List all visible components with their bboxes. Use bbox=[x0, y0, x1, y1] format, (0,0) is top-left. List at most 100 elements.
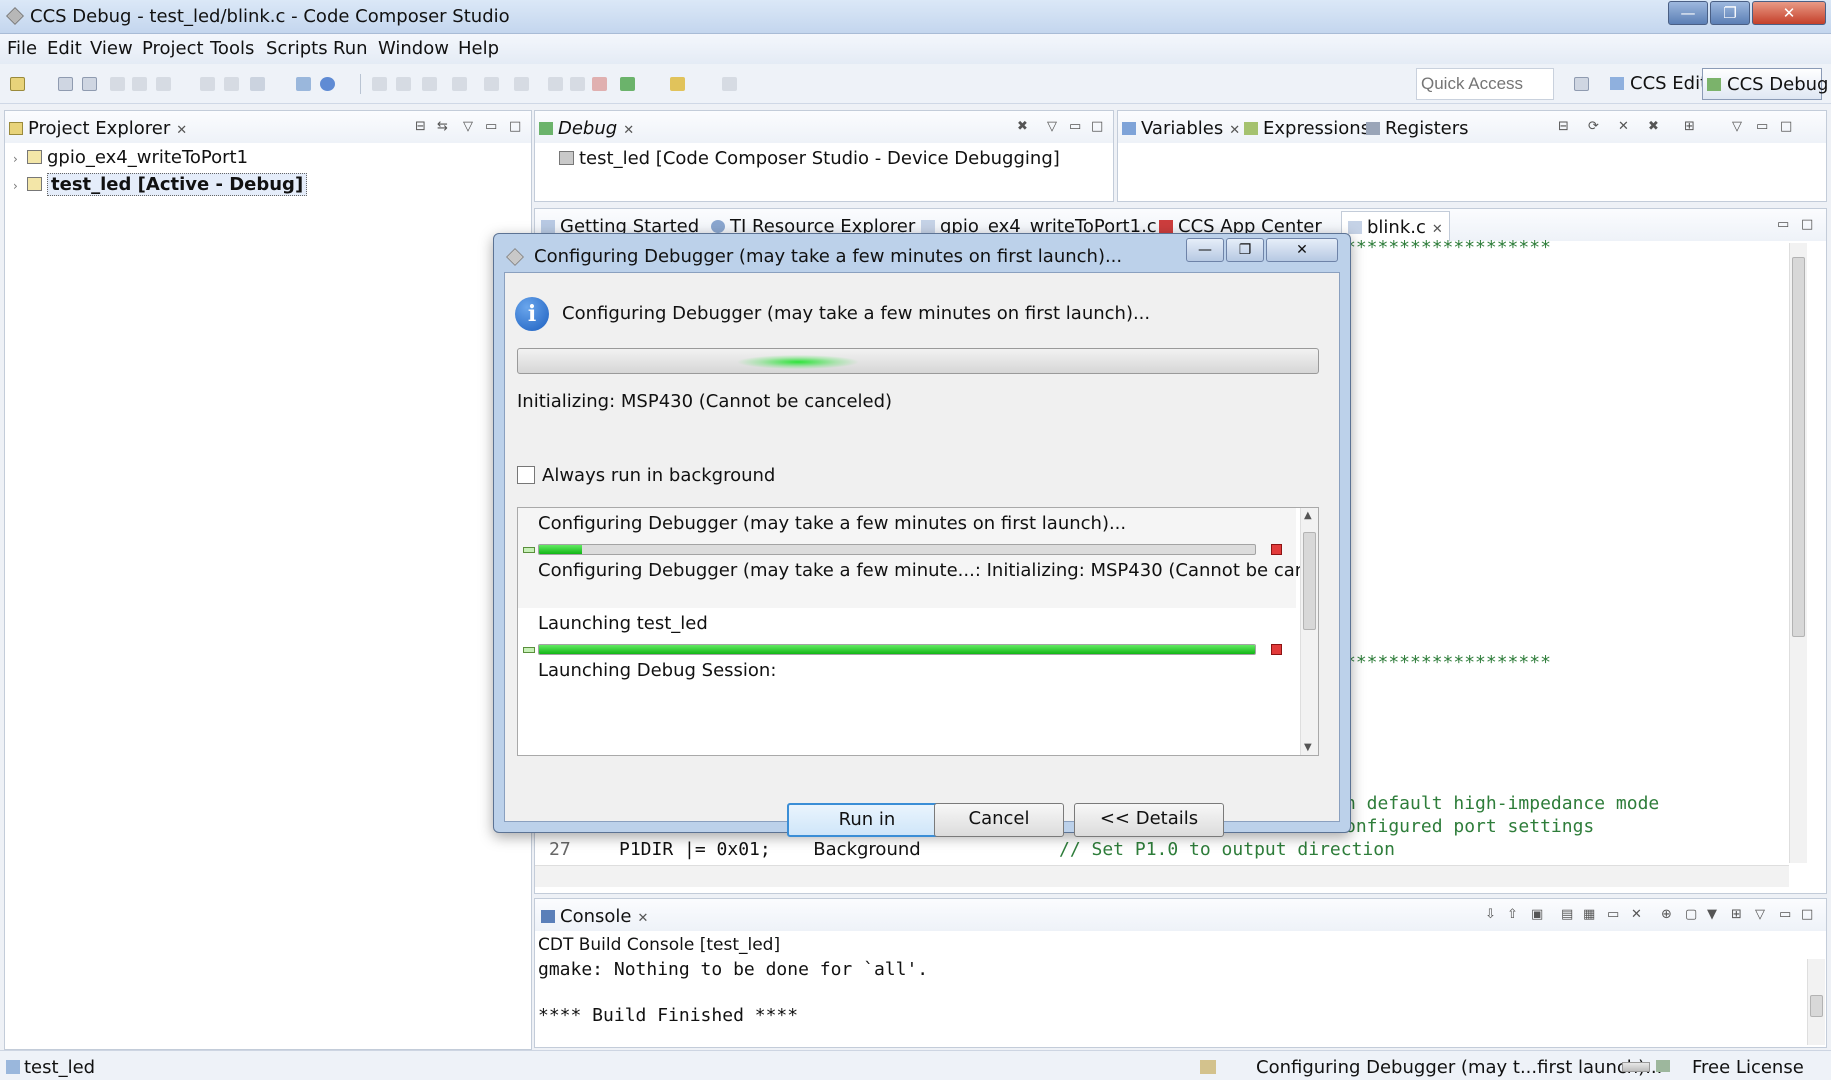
build-icon[interactable] bbox=[110, 77, 125, 91]
always-run-background-label[interactable]: Always run in background bbox=[542, 465, 775, 486]
progress-view-icon[interactable] bbox=[1656, 1060, 1670, 1072]
show-console-icon[interactable]: ▭ bbox=[1607, 907, 1619, 922]
remove-breakpoint-icon[interactable] bbox=[224, 77, 239, 91]
scroll-down-icon[interactable]: ▼ bbox=[1304, 742, 1312, 753]
resume-icon[interactable] bbox=[548, 77, 563, 91]
job-item[interactable]: Launching test_led Launching Debug Sessi… bbox=[518, 608, 1296, 708]
code-line-27[interactable]: P1DIR |= 0x01; bbox=[619, 839, 771, 860]
erase-icon[interactable] bbox=[250, 77, 265, 91]
console-vertical-scrollbar[interactable] bbox=[1807, 959, 1825, 1045]
maximize-view-icon[interactable]: □ bbox=[1091, 119, 1103, 134]
close-button[interactable]: ✕ bbox=[1752, 1, 1826, 25]
reset-icon[interactable] bbox=[422, 77, 437, 91]
stop-icon[interactable] bbox=[1271, 544, 1282, 555]
restart-icon[interactable] bbox=[452, 77, 467, 91]
perspective-ccs-debug[interactable]: CCS Debug bbox=[1702, 68, 1828, 100]
tab-debug[interactable]: Debug ✕ bbox=[539, 113, 634, 143]
new-icon[interactable] bbox=[10, 77, 25, 91]
menu-file[interactable]: File bbox=[7, 38, 37, 59]
maximize-view-icon[interactable]: □ bbox=[1801, 907, 1813, 922]
new-view-icon[interactable]: ⊞ bbox=[1684, 119, 1695, 134]
open-perspective-tool-icon[interactable] bbox=[722, 77, 737, 91]
run-in-background-button[interactable]: Run in Background bbox=[787, 803, 947, 860]
job-item[interactable]: Configuring Debugger (may take a few min… bbox=[518, 508, 1318, 608]
step-over-icon[interactable] bbox=[372, 77, 387, 91]
debug-session-item[interactable]: test_led [Code Composer Studio - Device … bbox=[559, 148, 1060, 169]
tab-console[interactable]: Console ✕ bbox=[541, 901, 648, 931]
menu-project[interactable]: Project bbox=[142, 38, 204, 59]
new-console-icon[interactable]: ⊞ bbox=[1731, 907, 1742, 922]
refresh-icon[interactable]: ⟳ bbox=[1588, 119, 1599, 134]
remove-all-icon[interactable]: ✖ bbox=[1648, 119, 1659, 134]
save-all-icon[interactable] bbox=[82, 77, 97, 91]
tree-item-gpio-ex4[interactable]: › gpio_ex4_writeToPort1 bbox=[13, 147, 248, 168]
perspective-ccs-edit[interactable]: CCS Edit bbox=[1606, 68, 1707, 100]
remove-launch-icon[interactable]: ✕ bbox=[1631, 907, 1642, 922]
external-tools-icon[interactable] bbox=[670, 77, 685, 91]
clear-console-icon[interactable]: ▤ bbox=[1561, 907, 1573, 922]
menu-scripts[interactable]: Scripts bbox=[266, 38, 328, 59]
pin-icon[interactable]: ▣ bbox=[1531, 907, 1543, 922]
close-icon[interactable]: ✕ bbox=[176, 123, 187, 138]
save-icon[interactable] bbox=[58, 77, 73, 91]
maximize-view-icon[interactable]: □ bbox=[509, 119, 521, 134]
close-icon[interactable]: ✕ bbox=[1432, 222, 1443, 237]
rebuild-icon[interactable] bbox=[132, 77, 147, 91]
chevron-down-icon[interactable]: ▼ bbox=[1707, 907, 1717, 922]
menu-view[interactable]: View bbox=[90, 38, 133, 59]
terminate-icon[interactable] bbox=[592, 77, 607, 91]
open-console-icon[interactable]: ⊕ bbox=[1661, 907, 1672, 922]
debug-icon[interactable] bbox=[620, 77, 635, 91]
display-console-icon[interactable]: ▢ bbox=[1685, 907, 1697, 922]
maximize-button[interactable]: ❐ bbox=[1710, 1, 1750, 25]
collapse-all-icon[interactable]: ⊟ bbox=[415, 119, 426, 134]
view-menu-icon[interactable]: ▽ bbox=[463, 119, 473, 134]
word-wrap-icon[interactable]: ▦ bbox=[1583, 907, 1595, 922]
maximize-view-icon[interactable]: □ bbox=[1780, 119, 1792, 134]
minimize-view-icon[interactable]: ▭ bbox=[485, 119, 497, 134]
tab-registers[interactable]: Registers bbox=[1366, 113, 1469, 143]
editor-horizontal-scrollbar[interactable] bbox=[535, 865, 1789, 887]
view-menu-icon[interactable]: ▽ bbox=[1047, 119, 1057, 134]
quick-access-input[interactable] bbox=[1416, 68, 1554, 100]
always-run-background-checkbox[interactable] bbox=[517, 466, 535, 484]
tab-project-explorer[interactable]: Project Explorer ✕ bbox=[9, 113, 187, 143]
cancel-button[interactable]: Cancel bbox=[934, 803, 1064, 837]
details-vertical-scrollbar[interactable]: ▲ ▼ bbox=[1300, 508, 1318, 755]
minimize-view-icon[interactable]: ▭ bbox=[1069, 119, 1081, 134]
tab-variables[interactable]: Variables ✕ bbox=[1122, 113, 1240, 143]
step-return-icon[interactable] bbox=[396, 77, 411, 91]
close-icon[interactable]: ✕ bbox=[623, 123, 634, 138]
instruction-step-icon[interactable] bbox=[484, 77, 499, 91]
chevron-right-icon[interactable]: › bbox=[13, 179, 27, 193]
print-icon[interactable] bbox=[156, 77, 171, 91]
scroll-thumb[interactable] bbox=[1303, 532, 1316, 630]
minimize-button[interactable]: — bbox=[1668, 1, 1708, 25]
scroll-thumb[interactable] bbox=[1792, 257, 1805, 637]
tree-item-test-led[interactable]: › test_led [Active - Debug] bbox=[13, 173, 308, 196]
view-menu-icon[interactable]: ▽ bbox=[1755, 907, 1765, 922]
menu-help[interactable]: Help bbox=[458, 38, 499, 59]
dialog-maximize-button[interactable]: ❐ bbox=[1226, 238, 1264, 262]
close-icon[interactable]: ✕ bbox=[637, 911, 648, 926]
open-perspective-icon[interactable] bbox=[1574, 77, 1589, 91]
debug-target-icon[interactable] bbox=[320, 77, 335, 91]
terminate-all-icon[interactable] bbox=[514, 77, 529, 91]
scroll-up-icon[interactable]: ⇧ bbox=[1507, 907, 1518, 922]
stop-icon[interactable] bbox=[1271, 644, 1282, 655]
editor-vertical-scrollbar[interactable] bbox=[1789, 243, 1807, 863]
dialog-minimize-button[interactable]: — bbox=[1186, 238, 1224, 262]
minimize-view-icon[interactable]: ▭ bbox=[1756, 119, 1768, 134]
tab-expressions[interactable]: Expressions bbox=[1244, 113, 1370, 143]
remove-terminated-icon[interactable]: ✖ bbox=[1017, 119, 1028, 134]
progress-status-icon[interactable] bbox=[1200, 1060, 1216, 1074]
link-with-editor-icon[interactable]: ⇆ bbox=[437, 119, 448, 134]
minimize-view-icon[interactable]: ▭ bbox=[1779, 907, 1791, 922]
dialog-close-button[interactable]: ✕ bbox=[1266, 238, 1338, 262]
flash-icon[interactable] bbox=[296, 77, 311, 91]
suspend-icon[interactable] bbox=[570, 77, 585, 91]
status-job[interactable]: Configuring Debugger (may t...first laun… bbox=[1256, 1057, 1662, 1078]
view-menu-icon[interactable]: ▽ bbox=[1732, 119, 1742, 134]
menu-window[interactable]: Window bbox=[378, 38, 449, 59]
menu-edit[interactable]: Edit bbox=[47, 38, 82, 59]
